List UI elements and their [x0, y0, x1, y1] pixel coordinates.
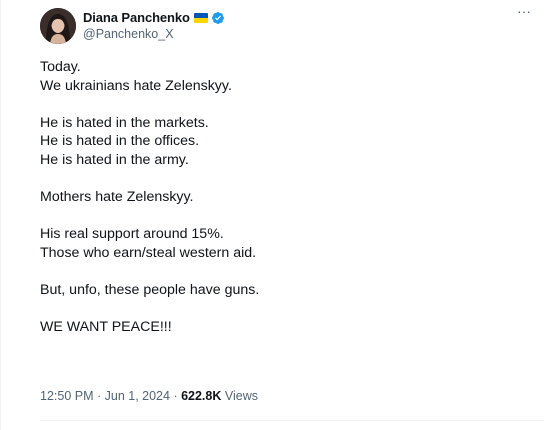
tweet-date[interactable]: Jun 1, 2024: [105, 389, 170, 403]
more-options-icon[interactable]: ···: [514, 4, 534, 22]
tweet-time[interactable]: 12:50 PM: [40, 389, 94, 403]
divider: [40, 420, 544, 421]
author-info: Diana Panchenko @Panchenko_X: [83, 9, 225, 41]
tweet-text: Today. We ukrainians hate Zelenskyy. He …: [40, 59, 260, 336]
ukraine-flag-icon: [193, 12, 208, 23]
verified-badge-icon: [211, 11, 225, 25]
views-label: Views: [221, 389, 258, 403]
avatar-image: [40, 8, 76, 44]
left-border: [0, 0, 1, 430]
avatar[interactable]: [40, 8, 76, 44]
meta-separator: ·: [93, 389, 105, 403]
tweet-metadata: 12:50 PM · Jun 1, 2024 · 622.8K Views: [40, 389, 258, 403]
views-count[interactable]: 622.8K: [181, 389, 221, 403]
author-name-row: Diana Panchenko: [83, 9, 225, 26]
display-name[interactable]: Diana Panchenko: [83, 10, 190, 25]
author-handle[interactable]: @Panchenko_X: [83, 27, 225, 41]
tweet-card: Diana Panchenko @Panchenko_X ··· Today. …: [28, 0, 544, 430]
meta-separator: ·: [169, 389, 182, 403]
